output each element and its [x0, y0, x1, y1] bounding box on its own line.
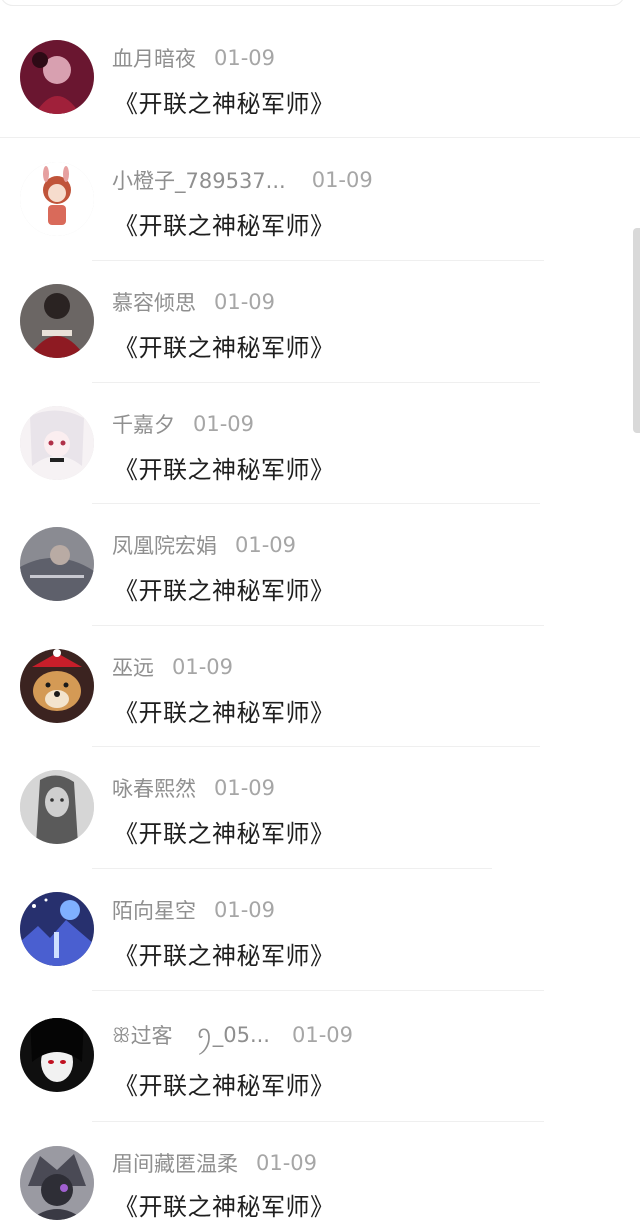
- comment-meta: ꕥ 过客 ꪆ _05... 01-09: [112, 1020, 353, 1050]
- avatar[interactable]: [20, 527, 94, 601]
- username[interactable]: 陌向星空: [112, 895, 196, 925]
- comment-date: 01-09: [214, 46, 276, 70]
- comment-date: 01-09: [214, 290, 276, 314]
- avatar[interactable]: [20, 649, 94, 723]
- comment-meta: 巫远 01-09: [112, 652, 233, 682]
- avatar[interactable]: [20, 770, 94, 844]
- comment-date: 01-09: [256, 1151, 318, 1175]
- comment-meta: 凤凰院宏娟 01-09: [112, 530, 296, 560]
- comment-date: 01-09: [214, 776, 276, 800]
- username[interactable]: 血月暗夜: [112, 43, 196, 73]
- comment-text: 《开联之神秘军师》: [114, 1193, 335, 1221]
- avatar[interactable]: [20, 284, 94, 358]
- comment-item[interactable]: 眉间藏匿温柔 01-09 《开联之神秘军师》: [0, 1121, 640, 1230]
- username[interactable]: 凤凰院宏娟: [112, 530, 217, 560]
- comment-item[interactable]: 陌向星空 01-09 《开联之神秘军师》: [0, 868, 640, 990]
- comment-text: 《开联之神秘军师》: [114, 699, 335, 727]
- comment-meta: 血月暗夜 01-09: [112, 43, 275, 73]
- comment-text: 《开联之神秘军师》: [114, 456, 335, 484]
- avatar[interactable]: [20, 1018, 94, 1092]
- comment-meta: 千嘉夕 01-09: [112, 409, 254, 439]
- comment-meta: 慕容倾思 01-09: [112, 287, 275, 317]
- username[interactable]: 慕容倾思: [112, 287, 196, 317]
- comment-meta: 咏春熙然 01-09: [112, 773, 275, 803]
- comment-item[interactable]: 小橙子_789537... 01-09 《开联之神秘军师》: [0, 138, 640, 260]
- comment-text: 《开联之神秘军师》: [114, 212, 335, 240]
- comment-meta: 陌向星空 01-09: [112, 895, 275, 925]
- username-suffix[interactable]: _05...: [213, 1023, 270, 1047]
- username[interactable]: 过客: [131, 1020, 173, 1050]
- comment-text: 《开联之神秘军师》: [114, 334, 335, 362]
- comment-item[interactable]: 咏春熙然 01-09 《开联之神秘军师》: [0, 746, 640, 868]
- comment-date: 01-09: [311, 168, 373, 192]
- comment-text: 《开联之神秘军师》: [114, 820, 335, 848]
- comment-text: 《开联之神秘军师》: [114, 90, 335, 118]
- avatar[interactable]: [20, 406, 94, 480]
- comment-date: 01-09: [291, 1023, 354, 1047]
- username-decoration-left: ꕥ: [112, 1023, 131, 1047]
- comment-item[interactable]: ꕥ 过客 ꪆ _05... 01-09 《开联之神秘军师》: [0, 990, 640, 1112]
- username[interactable]: 小橙子_789537...: [112, 165, 286, 195]
- username[interactable]: 眉间藏匿温柔: [112, 1148, 238, 1178]
- username[interactable]: 千嘉夕: [112, 409, 175, 439]
- comment-text: 《开联之神秘军师》: [114, 942, 335, 970]
- username[interactable]: 咏春熙然: [112, 773, 196, 803]
- avatar[interactable]: [20, 162, 94, 236]
- comment-text: 《开联之神秘军师》: [114, 577, 335, 605]
- comment-list: 血月暗夜 01-09 《开联之神秘军师》 小橙子_789537... 01-09…: [0, 0, 640, 1230]
- comment-date: 01-09: [214, 898, 276, 922]
- avatar[interactable]: [20, 1146, 94, 1220]
- comment-item[interactable]: 巫远 01-09 《开联之神秘军师》: [0, 625, 640, 747]
- comment-item[interactable]: 血月暗夜 01-09 《开联之神秘军师》: [0, 16, 640, 138]
- comment-meta: 眉间藏匿温柔 01-09: [112, 1148, 317, 1178]
- username[interactable]: 巫远: [112, 652, 154, 682]
- comment-item[interactable]: 凤凰院宏娟 01-09 《开联之神秘军师》: [0, 503, 640, 625]
- comment-text: 《开联之神秘军师》: [114, 1072, 335, 1100]
- avatar[interactable]: [20, 892, 94, 966]
- comment-date: 01-09: [172, 655, 234, 679]
- username-decoration-right: ꪆ: [196, 1021, 213, 1045]
- comment-date: 01-09: [235, 533, 297, 557]
- scrollbar[interactable]: [633, 228, 640, 433]
- comment-meta: 小橙子_789537... 01-09: [112, 165, 373, 195]
- avatar[interactable]: [20, 40, 94, 114]
- comment-item[interactable]: 千嘉夕 01-09 《开联之神秘军师》: [0, 382, 640, 504]
- comment-date: 01-09: [193, 412, 255, 436]
- comment-item[interactable]: 慕容倾思 01-09 《开联之神秘军师》: [0, 260, 640, 382]
